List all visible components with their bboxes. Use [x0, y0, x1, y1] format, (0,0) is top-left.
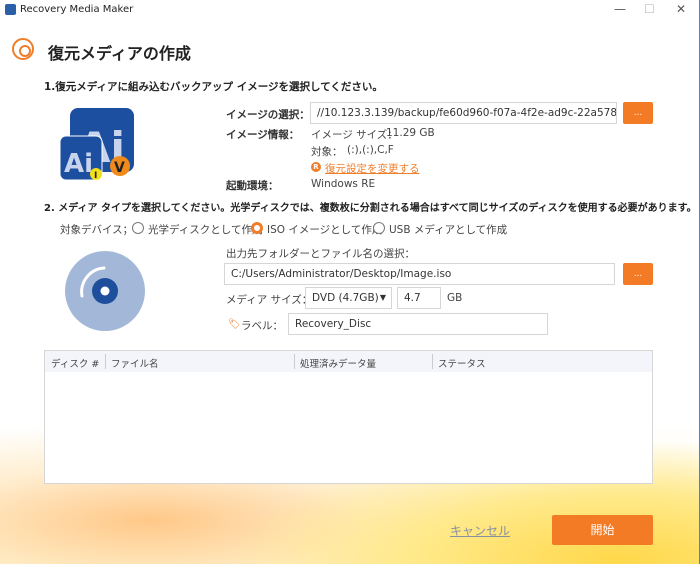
- step2-heading: 2. メディア タイプを選択してください。光学ディスクでは、複数枚に分割される場…: [44, 203, 697, 214]
- radio-usb[interactable]: [373, 222, 385, 234]
- option-usb-label[interactable]: USB メディアとして作成: [389, 222, 507, 237]
- disc-table: ディスク # ファイル名 処理済みデータ量 ステータス: [44, 350, 653, 484]
- start-button[interactable]: 開始: [552, 515, 653, 545]
- disc-icon: [65, 251, 145, 331]
- maximize-button[interactable]: ☐: [644, 2, 655, 16]
- media-size-label: メディア サイズ：: [226, 294, 313, 306]
- output-path-input[interactable]: C:/Users/Administrator/Desktop/Image.iso: [224, 263, 615, 285]
- col-processed: 処理済みデータ量: [300, 359, 377, 370]
- svg-text:V: V: [114, 160, 125, 176]
- table-header: ディスク # ファイル名 処理済みデータ量 ステータス: [45, 351, 652, 372]
- backup-image-icon: Ai Ai V I: [59, 108, 134, 181]
- image-size-value: 11.29 GB: [386, 127, 435, 139]
- col-status: ステータス: [438, 359, 486, 370]
- col-filename: ファイル名: [111, 359, 159, 370]
- image-browse-button[interactable]: ...: [623, 102, 653, 124]
- radio-optical[interactable]: [132, 222, 144, 234]
- label-input[interactable]: Recovery_Disc: [288, 313, 548, 335]
- app-icon: [5, 4, 16, 15]
- media-size-input[interactable]: 4.7: [397, 287, 441, 309]
- media-unit: GB: [447, 292, 463, 304]
- title-bar: Recovery Media Maker — ☐ ✕: [0, 0, 700, 20]
- change-restore-settings-link[interactable]: 復元設定を変更する: [325, 161, 420, 176]
- restore-settings-icon: R: [311, 162, 321, 172]
- device-label: 対象デバイス；: [60, 224, 134, 236]
- output-browse-button[interactable]: ...: [623, 263, 653, 285]
- image-size-label: イメージ サイズ：: [311, 129, 398, 141]
- col-disc: ディスク #: [51, 359, 100, 370]
- minimize-button[interactable]: —: [614, 2, 626, 16]
- boot-env-label: 起動環境：: [226, 180, 279, 192]
- step1-heading: 1.復元メディアに組み込むバックアップ イメージを選択してください。: [44, 81, 383, 93]
- radio-iso[interactable]: [251, 222, 263, 234]
- output-label: 出力先フォルダーとファイル名の選択：: [226, 248, 415, 260]
- image-info-label: イメージ情報：: [226, 129, 300, 141]
- dropdown-arrow-icon: ▼: [379, 293, 386, 302]
- disc-target-icon: [12, 38, 34, 60]
- close-button[interactable]: ✕: [676, 2, 686, 16]
- media-size-selected: DVD (4.7GB): [312, 292, 379, 304]
- target-label: 対象：: [311, 146, 343, 158]
- label-label: ラベル：: [241, 320, 283, 332]
- image-path-input[interactable]: //10.123.3.139/backup/fe60d960-f07a-4f2e…: [310, 102, 617, 124]
- svg-text:I: I: [94, 171, 97, 181]
- window-title: Recovery Media Maker: [20, 4, 134, 15]
- image-select-label: イメージの選択：: [226, 109, 310, 121]
- page-title: 復元メディアの作成: [48, 44, 191, 63]
- option-iso-label[interactable]: ISO イメージとして作成: [267, 222, 382, 237]
- target-value: (:),(:),C,F: [347, 144, 394, 156]
- cancel-button[interactable]: キャンセル: [450, 522, 510, 539]
- boot-env-value: Windows RE: [311, 178, 376, 190]
- svg-text:Ai: Ai: [64, 149, 93, 179]
- option-optical-label[interactable]: 光学ディスクとして作成: [148, 222, 262, 237]
- tag-icon: 🏷: [228, 319, 241, 330]
- media-size-select[interactable]: DVD (4.7GB) ▼: [305, 287, 392, 309]
